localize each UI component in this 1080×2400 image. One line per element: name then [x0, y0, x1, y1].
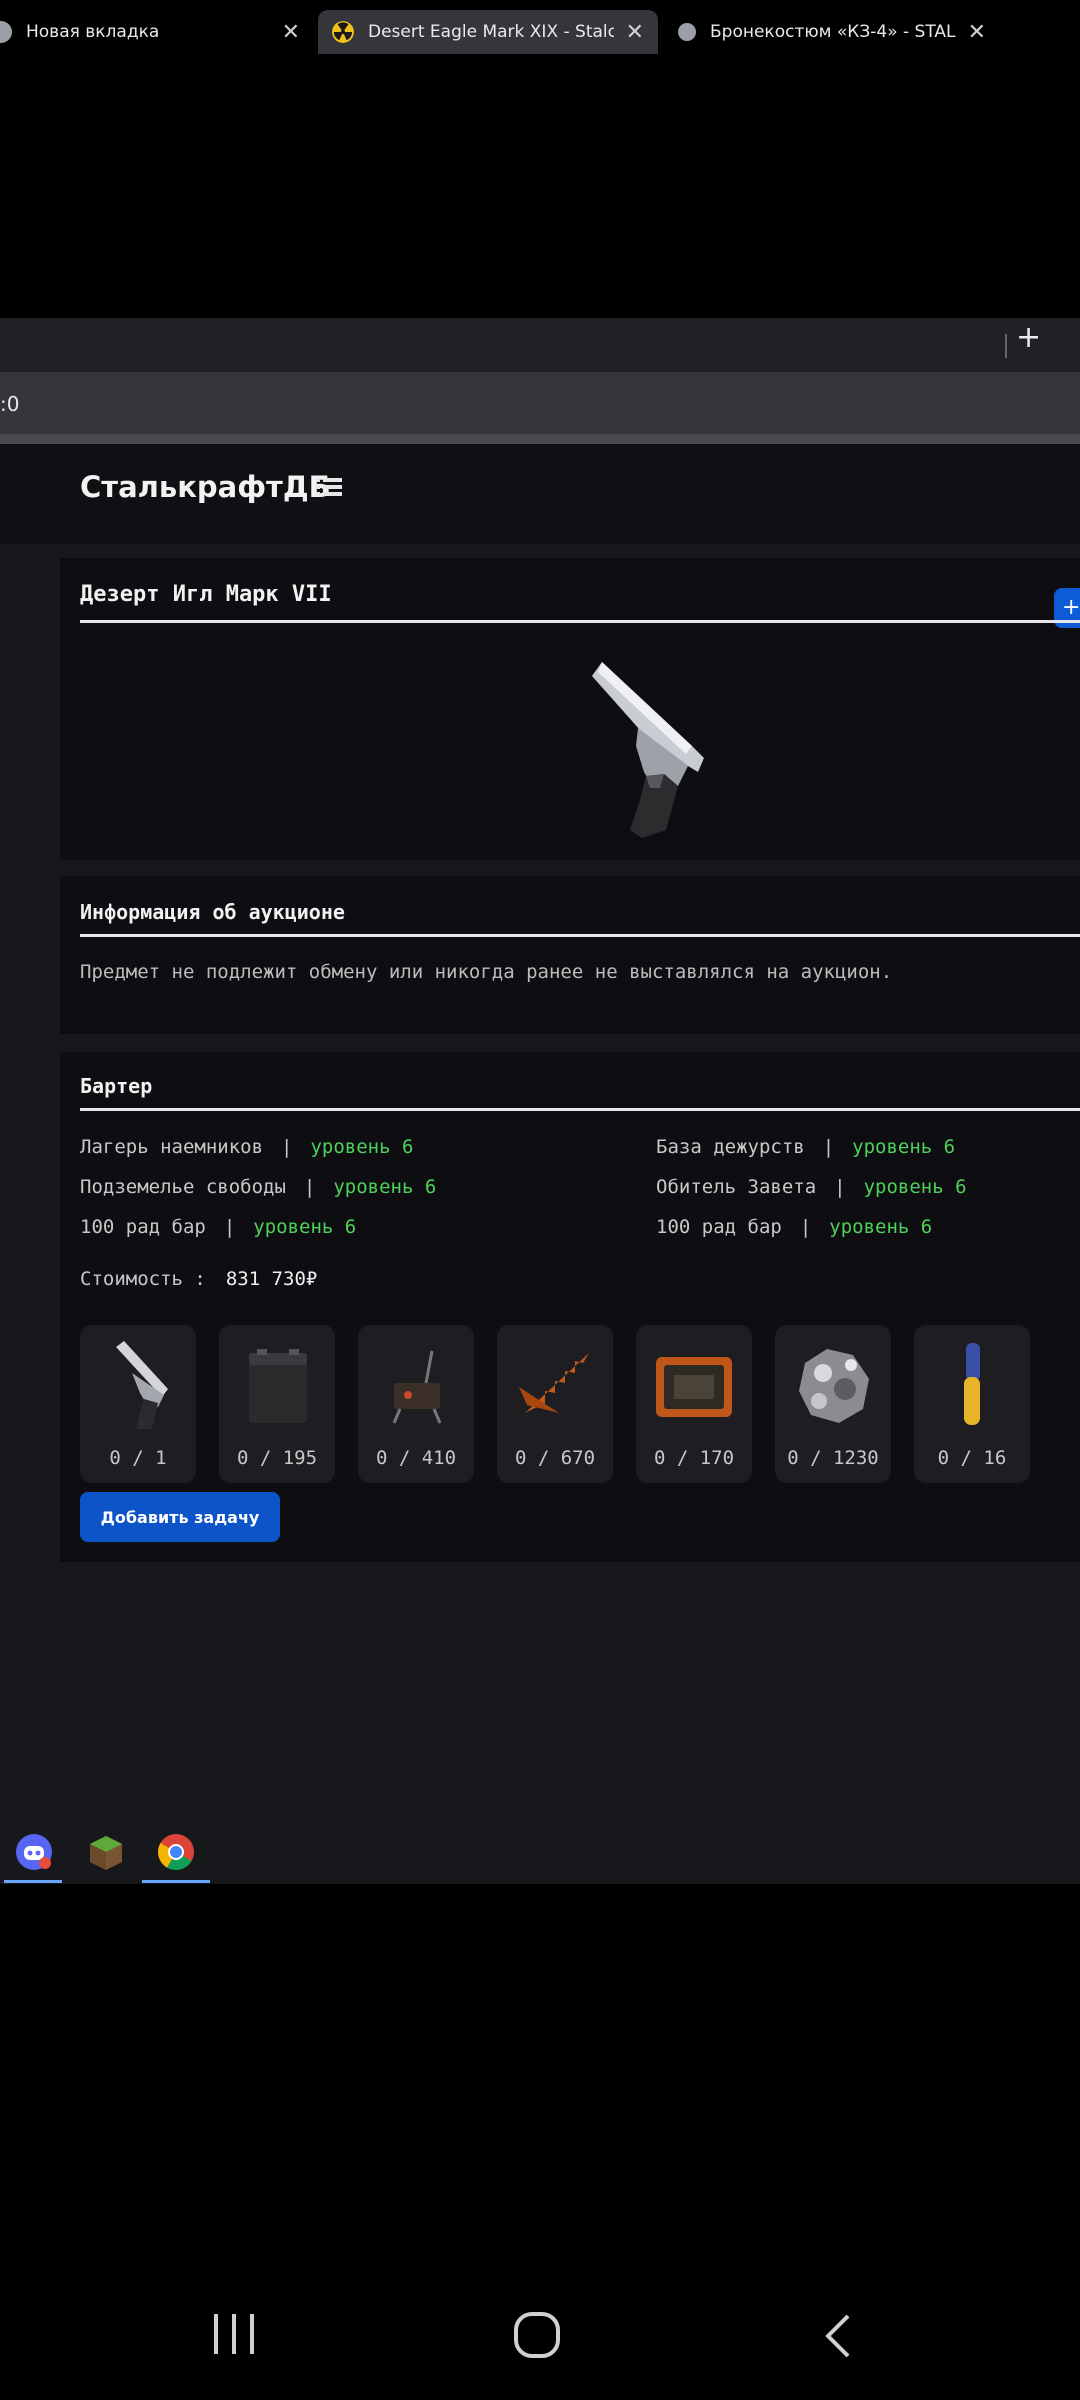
- location-name: Обитель Завета: [656, 1176, 817, 1198]
- barter-item[interactable]: 0 / 670: [497, 1325, 613, 1483]
- item-count: 0 / 170: [653, 1447, 735, 1469]
- barter-title: Бартер: [80, 1074, 153, 1098]
- recent-apps-icon[interactable]: [210, 2312, 260, 2356]
- cost-label: Стоимость :: [80, 1268, 206, 1290]
- tab-new[interactable]: Новая вкладка ✕: [0, 10, 314, 54]
- active-indicator: [142, 1880, 210, 1883]
- cost-value: 831 730₽: [225, 1268, 318, 1290]
- close-icon[interactable]: ✕: [968, 20, 986, 45]
- barter-location: Обитель Завета | уровень 6: [656, 1176, 967, 1198]
- item-card: Дезерт Игл Марк VII +: [60, 558, 1080, 860]
- auction-text: Предмет не подлежит обмену или никогда р…: [80, 961, 893, 983]
- tab-desert-eagle[interactable]: Desert Eagle Mark XIX - Stalcraf ✕: [318, 10, 658, 54]
- close-icon[interactable]: ✕: [282, 20, 300, 45]
- item-count: 0 / 195: [236, 1447, 318, 1469]
- barter-item[interactable]: 0 / 1230: [775, 1325, 891, 1483]
- site-brand[interactable]: СталькрафтДБ: [80, 470, 331, 504]
- new-tab-button[interactable]: +: [1016, 320, 1041, 355]
- location-name: 100 рад бар: [80, 1216, 206, 1238]
- home-icon[interactable]: [512, 2310, 562, 2360]
- item-count: 0 / 1: [109, 1447, 167, 1469]
- tab-bronekostyum[interactable]: Бронекостюм «КЗ-4» - STALCR ✕: [664, 10, 1000, 54]
- chrome-icon[interactable]: [156, 1832, 196, 1872]
- ore-icon: [799, 1349, 869, 1423]
- barter-item[interactable]: 0 / 170: [636, 1325, 752, 1483]
- globe-icon: [0, 21, 12, 43]
- barter-location: Подземелье свободы | уровень 6: [80, 1176, 436, 1198]
- pistol-image: [592, 662, 704, 838]
- barter-item[interactable]: 0 / 195: [219, 1325, 335, 1483]
- case-icon: [656, 1357, 732, 1417]
- site-header: СталькрафтДБ: [0, 444, 1080, 544]
- tab-title: Новая вкладка: [26, 22, 160, 42]
- location-name: 100 рад бар: [656, 1216, 782, 1238]
- android-nav-bar: [0, 2260, 1080, 2400]
- auction-card: Информация об аукционе Предмет не подлеж…: [60, 876, 1080, 1034]
- tab-separator: [1005, 334, 1007, 358]
- separator: |: [303, 1176, 316, 1198]
- address-bar[interactable]: [0, 372, 1080, 434]
- barter-location: 100 рад бар | уровень 6: [80, 1216, 356, 1238]
- tab-bar: [0, 318, 1080, 372]
- globe-icon: [678, 23, 696, 41]
- barter-item[interactable]: 0 / 16: [914, 1325, 1030, 1483]
- address-text[interactable]: :0: [0, 392, 19, 416]
- separator: |: [223, 1216, 236, 1238]
- page: СталькрафтДБ Дезерт Игл Марк VII + Инфор…: [0, 444, 1080, 1824]
- tab-title: Desert Eagle Mark XIX - Stalcraf: [368, 22, 614, 42]
- barter-location: Лагерь наемников | уровень 6: [80, 1136, 413, 1158]
- title-rule: [80, 620, 1080, 623]
- vial-icon: [964, 1343, 980, 1425]
- title-rule: [80, 1108, 1080, 1111]
- item-count: 0 / 1230: [787, 1447, 879, 1469]
- location-name: Лагерь наемников: [80, 1136, 264, 1158]
- list-icon[interactable]: [316, 476, 342, 502]
- barter-item[interactable]: 0 / 1: [80, 1325, 196, 1483]
- auction-title: Информация об аукционе: [80, 900, 345, 924]
- separator: |: [281, 1136, 293, 1158]
- separator: |: [799, 1216, 812, 1238]
- location-level: уровень 6: [253, 1216, 357, 1238]
- barter-cost: Стоимость : 831 730₽: [80, 1268, 317, 1290]
- tab-title: Бронекостюм «КЗ-4» - STALCR: [710, 22, 956, 42]
- add-task-button[interactable]: Добавить задачу: [80, 1492, 280, 1542]
- active-indicator: [4, 1880, 62, 1883]
- toolbar-divider: [0, 434, 1080, 444]
- taskbar: [0, 1824, 1080, 1884]
- item-title: Дезерт Игл Марк VII: [80, 582, 332, 607]
- location-level: уровень 6: [333, 1176, 437, 1198]
- location-level: уровень 6: [829, 1216, 933, 1238]
- title-rule: [80, 934, 1080, 937]
- close-icon[interactable]: ✕: [626, 20, 644, 45]
- barter-location: База дежурств | уровень 6: [656, 1136, 955, 1158]
- location-level: уровень 6: [863, 1176, 967, 1198]
- location-level: уровень 6: [310, 1136, 414, 1158]
- battery-icon: [249, 1349, 307, 1423]
- radiation-icon: [332, 21, 354, 43]
- separator: |: [822, 1136, 835, 1158]
- item-count: 0 / 670: [514, 1447, 596, 1469]
- item-count: 0 / 16: [937, 1447, 1007, 1469]
- barter-location: 100 рад бар | уровень 6: [656, 1216, 932, 1238]
- device-icon: [392, 1350, 442, 1424]
- discord-icon[interactable]: [14, 1832, 54, 1872]
- barter-card: Бартер Лагерь наемников | уровень 6 Подзем…: [60, 1052, 1080, 1562]
- location-name: База дежурств: [656, 1136, 805, 1158]
- separator: |: [834, 1176, 846, 1198]
- barter-item[interactable]: 0 / 410: [358, 1325, 474, 1483]
- fern-icon: [519, 1353, 589, 1413]
- location-level: уровень 6: [852, 1136, 956, 1158]
- pistol-icon: [116, 1341, 168, 1429]
- minecraft-icon[interactable]: [86, 1832, 126, 1872]
- back-icon[interactable]: [818, 2312, 858, 2360]
- location-name: Подземелье свободы: [80, 1176, 286, 1198]
- item-count: 0 / 410: [375, 1447, 457, 1469]
